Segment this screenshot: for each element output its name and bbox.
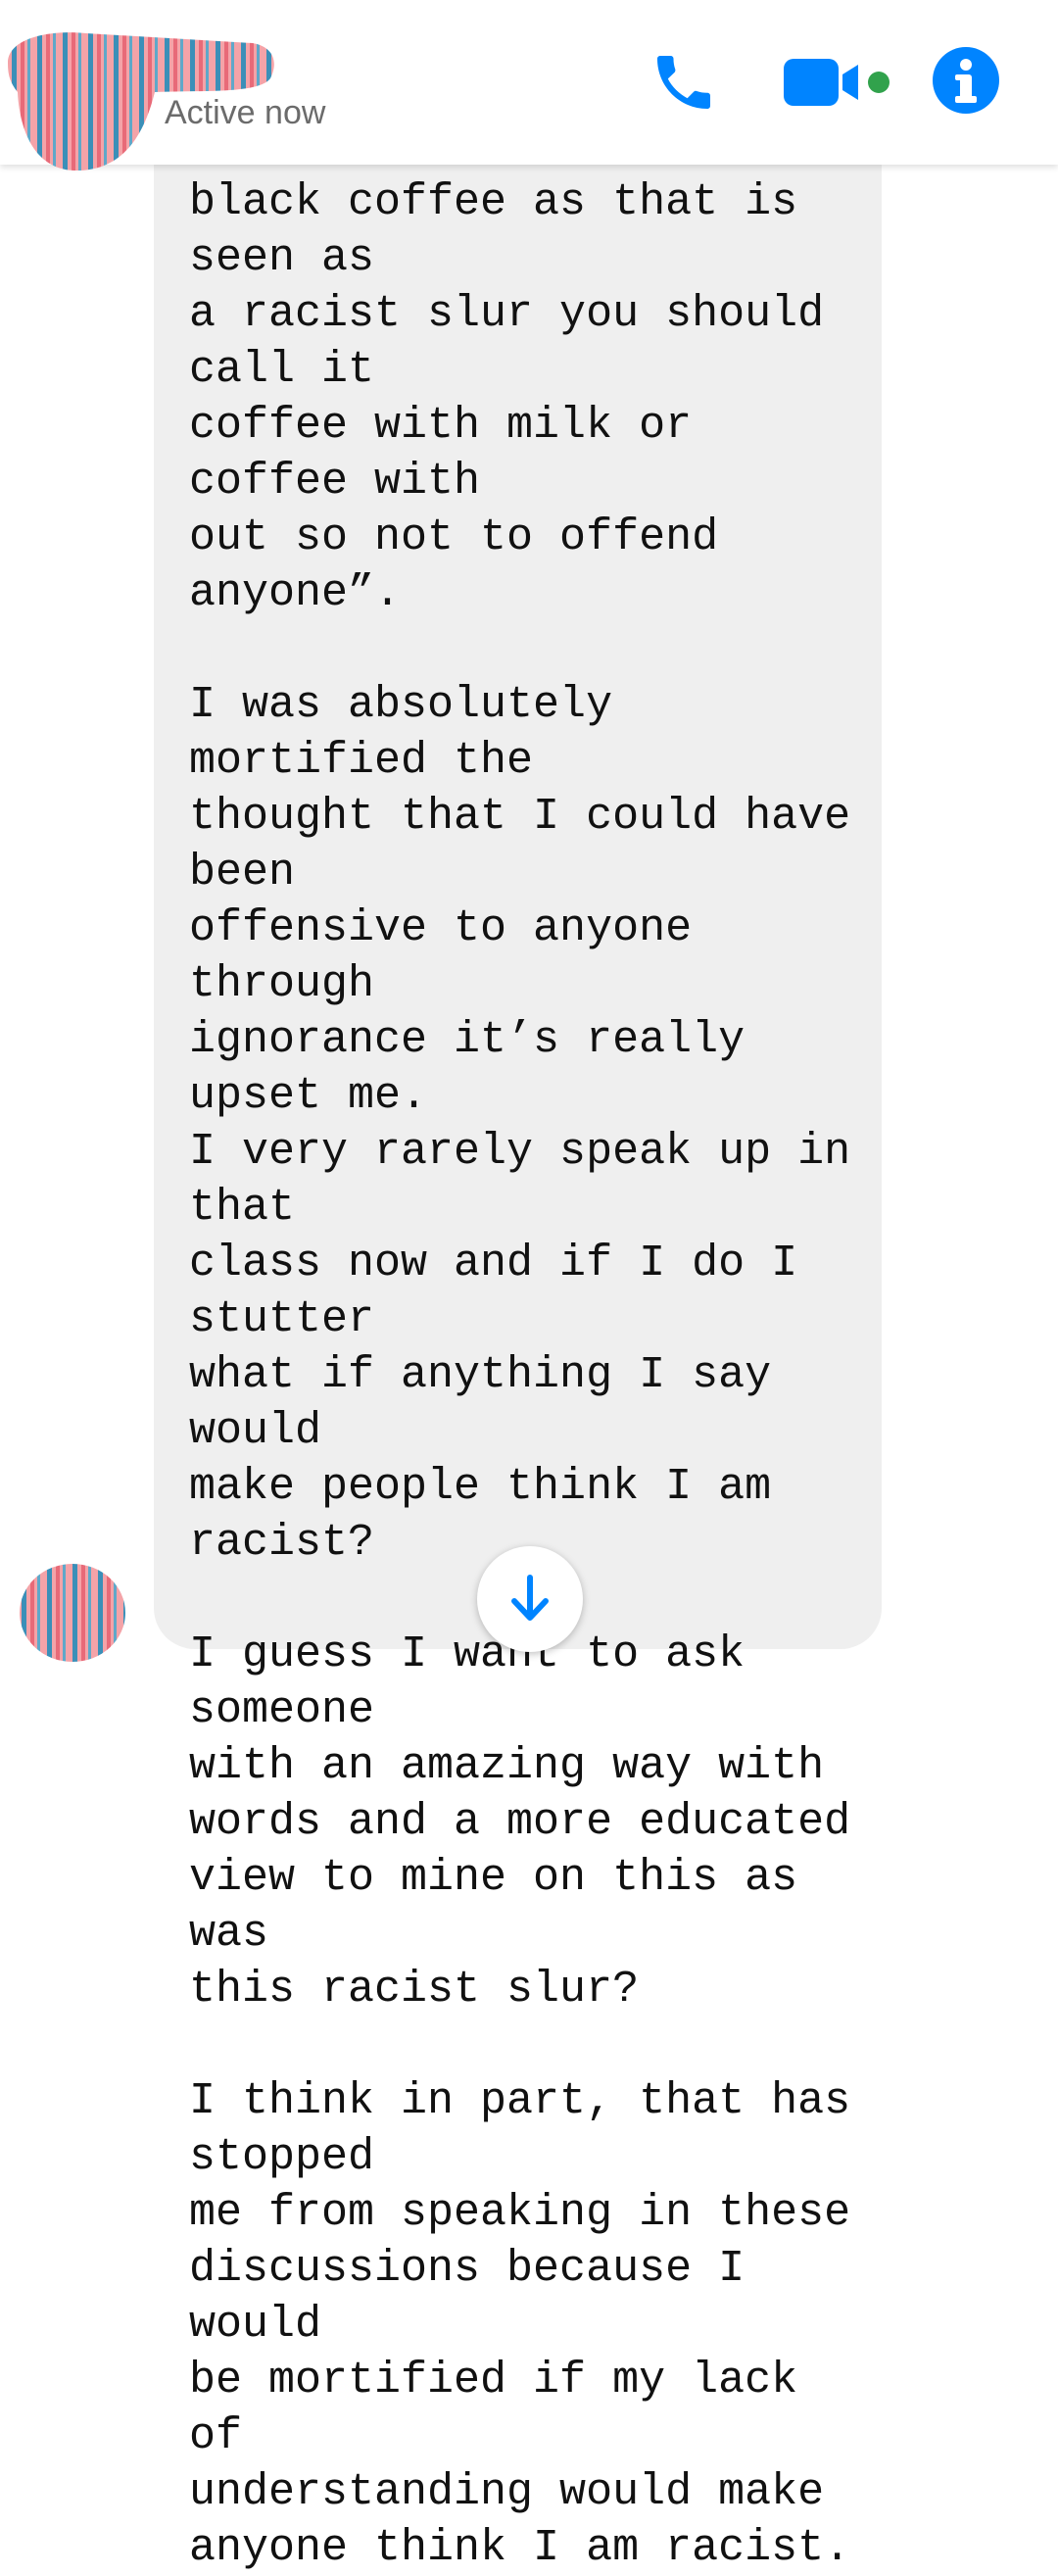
scroll-to-bottom-button[interactable] bbox=[477, 1546, 583, 1652]
video-camera-icon[interactable] bbox=[784, 55, 901, 110]
active-status: Active now bbox=[165, 94, 326, 131]
redacted-sender-avatar[interactable] bbox=[18, 1562, 127, 1664]
info-icon[interactable] bbox=[929, 43, 1003, 118]
arrow-down-icon bbox=[511, 1575, 549, 1621]
phone-icon[interactable] bbox=[649, 47, 719, 118]
message-text: black coffee as that is seen as a racist… bbox=[189, 177, 851, 2573]
conversation-header: Active now bbox=[0, 0, 1058, 171]
active-dot-icon bbox=[868, 72, 890, 93]
